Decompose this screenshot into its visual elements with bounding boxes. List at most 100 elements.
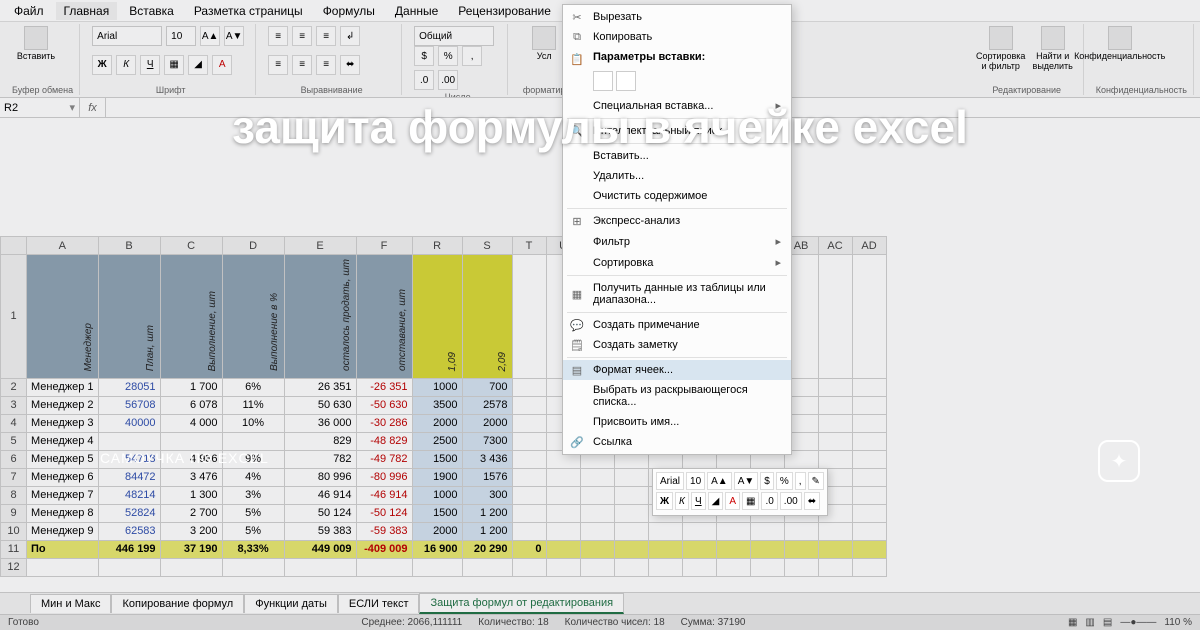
font-name-selector[interactable] (92, 26, 162, 46)
cell[interactable] (648, 522, 682, 540)
cell[interactable]: -409 009 (356, 540, 412, 558)
column-header[interactable]: F (356, 237, 412, 255)
mini-format-painter[interactable]: ✎ (808, 472, 824, 490)
sheet-tab[interactable]: Копирование формул (111, 594, 244, 613)
font-size-selector[interactable] (166, 26, 196, 46)
cell[interactable] (512, 255, 546, 379)
cell[interactable] (852, 396, 886, 414)
mini-inc-decimal[interactable]: .0 (761, 492, 777, 510)
cell[interactable]: 62583 (98, 522, 160, 540)
cell[interactable] (512, 558, 546, 576)
italic-button[interactable]: К (116, 55, 136, 75)
row-header[interactable]: 12 (1, 558, 27, 576)
cell[interactable] (818, 396, 852, 414)
cell[interactable] (682, 522, 716, 540)
cell[interactable] (716, 558, 750, 576)
row-header[interactable]: 3 (1, 396, 27, 414)
mini-comma[interactable]: , (795, 472, 806, 490)
cell[interactable]: 2578 (462, 396, 512, 414)
ctx-cut[interactable]: ✂Вырезать (563, 7, 791, 27)
mini-percent[interactable]: % (776, 472, 793, 490)
cell[interactable]: -46 914 (356, 486, 412, 504)
ctx-format-cells[interactable]: ▤Формат ячеек... (563, 360, 791, 380)
cell[interactable] (512, 378, 546, 396)
cell[interactable]: 10% (222, 414, 284, 432)
merge-button[interactable]: ⬌ (340, 55, 360, 75)
cell[interactable]: 84472 (98, 468, 160, 486)
row-header[interactable]: 10 (1, 522, 27, 540)
paste-option-2[interactable] (616, 71, 636, 91)
cell[interactable] (580, 486, 614, 504)
cell[interactable] (546, 522, 580, 540)
cell[interactable] (512, 396, 546, 414)
paste-button[interactable]: Вставить (12, 26, 60, 82)
cell[interactable] (852, 432, 886, 450)
cell[interactable]: 449 009 (284, 540, 356, 558)
cell[interactable]: 40000 (98, 414, 160, 432)
table-header-cell[interactable]: Менеджер (27, 255, 99, 379)
menu-формулы[interactable]: Формулы (315, 2, 383, 20)
comma-button[interactable]: , (462, 46, 482, 66)
table-header-cell[interactable]: Выполнение, шт (160, 255, 222, 379)
currency-button[interactable]: $ (414, 46, 434, 66)
cell[interactable]: 5% (222, 504, 284, 522)
cell[interactable]: 1 700 (160, 378, 222, 396)
number-format-selector[interactable] (414, 26, 494, 46)
column-header[interactable]: AC (818, 237, 852, 255)
column-header[interactable]: S (462, 237, 512, 255)
mini-font-name[interactable]: Arial (656, 472, 684, 490)
cell[interactable]: -26 351 (356, 378, 412, 396)
font-color-button[interactable]: A (212, 55, 232, 75)
cell[interactable]: -48 829 (356, 432, 412, 450)
cell[interactable]: 1 200 (462, 504, 512, 522)
cell[interactable] (27, 558, 99, 576)
column-header[interactable]: C (160, 237, 222, 255)
cell[interactable]: 1576 (462, 468, 512, 486)
cell[interactable] (818, 378, 852, 396)
cell[interactable]: 6% (222, 378, 284, 396)
cell[interactable] (852, 540, 886, 558)
ctx-link[interactable]: 🔗Ссылка (563, 432, 791, 452)
cell[interactable] (716, 522, 750, 540)
cell[interactable]: -59 383 (356, 522, 412, 540)
confidentiality-button[interactable]: Конфиденциальность (1096, 26, 1144, 82)
cell[interactable]: 1900 (412, 468, 462, 486)
table-header-cell[interactable]: План, шт (98, 255, 160, 379)
table-header-cell[interactable]: отставание, шт (356, 255, 412, 379)
cell[interactable] (462, 558, 512, 576)
bold-button[interactable]: Ж (92, 55, 112, 75)
cell[interactable]: 2000 (412, 522, 462, 540)
cell[interactable] (852, 255, 886, 379)
cell[interactable]: -50 630 (356, 396, 412, 414)
cell[interactable] (852, 450, 886, 468)
cell[interactable] (852, 504, 886, 522)
sort-filter-button[interactable]: Сортировка и фильтр (977, 26, 1025, 82)
cell[interactable]: Менеджер 9 (27, 522, 99, 540)
cell[interactable]: 4 000 (160, 414, 222, 432)
row-header[interactable]: 6 (1, 450, 27, 468)
cell[interactable] (580, 468, 614, 486)
column-header[interactable]: B (98, 237, 160, 255)
cell[interactable] (852, 522, 886, 540)
cell[interactable] (222, 558, 284, 576)
cell[interactable]: 2000 (462, 414, 512, 432)
cell[interactable]: 46 914 (284, 486, 356, 504)
decrease-decimal-button[interactable]: .00 (438, 70, 458, 90)
column-header[interactable]: T (512, 237, 546, 255)
cell[interactable]: Менеджер 1 (27, 378, 99, 396)
cell[interactable] (546, 540, 580, 558)
cell[interactable] (546, 558, 580, 576)
column-header[interactable]: E (284, 237, 356, 255)
sheet-tab[interactable]: Функции даты (244, 594, 338, 613)
cell[interactable] (580, 540, 614, 558)
zoom-level[interactable]: 110 % (1164, 617, 1192, 628)
view-pagebreak-button[interactable]: ▤ (1103, 617, 1112, 628)
cell[interactable]: Менеджер 7 (27, 486, 99, 504)
cell[interactable]: 3% (222, 486, 284, 504)
mini-border[interactable]: ▦ (742, 492, 759, 510)
cell[interactable] (818, 450, 852, 468)
cell[interactable]: 37 190 (160, 540, 222, 558)
cell[interactable]: 80 996 (284, 468, 356, 486)
table-header-cell[interactable]: 1,09 (412, 255, 462, 379)
cell[interactable] (818, 432, 852, 450)
